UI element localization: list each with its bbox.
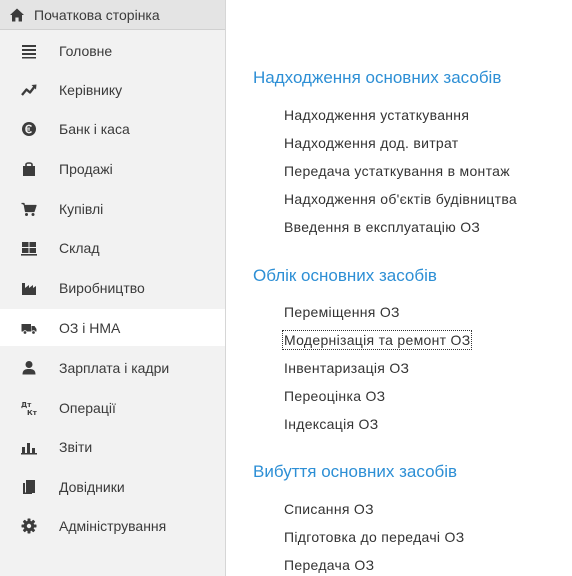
- sidebar-item-sales[interactable]: Продажі: [0, 150, 225, 187]
- sidebar-item-directories[interactable]: Довідники: [0, 468, 225, 505]
- sidebar-item-production[interactable]: Виробництво: [0, 269, 225, 306]
- link-asset-transfer[interactable]: Переміщення ОЗ: [284, 304, 400, 320]
- sidebar-item-label: Головне: [59, 42, 113, 59]
- sidebar-item-purchases[interactable]: Купівлі: [0, 190, 225, 227]
- sidebar-item-operations[interactable]: Дт Кт Операції: [0, 389, 225, 426]
- sidebar-item-label: Довідники: [59, 478, 125, 495]
- section-title-receipt: Надходження основних засобів: [253, 68, 502, 87]
- home-page-link[interactable]: Початкова сторінка: [0, 0, 225, 30]
- link-inventory[interactable]: Інвентаризація ОЗ: [284, 360, 409, 376]
- sidebar-item-bank[interactable]: Банк і каса: [0, 110, 225, 147]
- section-title-accounting: Облік основних засобів: [253, 266, 437, 285]
- sidebar-item-label: Звіти: [59, 438, 93, 455]
- bar-chart-icon: [21, 439, 37, 455]
- home-page-label: Початкова сторінка: [34, 6, 160, 23]
- sidebar-item-label: Склад: [59, 239, 100, 256]
- warehouse-grid-icon: [21, 240, 37, 256]
- section-title-disposal: Вибуття основних засобів: [253, 462, 458, 481]
- sidebar-item-label: Керівнику: [59, 81, 123, 98]
- sidebar-item-salary-hr[interactable]: Зарплата і кадри: [0, 349, 225, 386]
- sidebar-item-label: Продажі: [59, 160, 113, 177]
- trend-chart-icon: [21, 82, 37, 98]
- link-equipment-transfer-installation[interactable]: Передача устаткування в монтаж: [284, 163, 510, 179]
- link-commissioning[interactable]: Введення в експлуатацію ОЗ: [284, 219, 480, 235]
- sidebar-item-fixed-assets[interactable]: ОЗ і НМА: [0, 309, 225, 346]
- link-indexation[interactable]: Індексація ОЗ: [284, 416, 379, 432]
- link-asset-handover[interactable]: Передача ОЗ: [284, 557, 374, 573]
- svg-text:Дт: Дт: [21, 401, 32, 409]
- coin-icon: [21, 121, 37, 137]
- shopping-cart-icon: [21, 201, 37, 217]
- link-modernization-repair[interactable]: Модернізація та ремонт ОЗ: [281, 330, 473, 350]
- sidebar-item-label: Банк і каса: [59, 120, 130, 137]
- sidebar-item-label: Операції: [59, 399, 116, 416]
- sidebar-item-manager[interactable]: Керівнику: [0, 71, 225, 108]
- main-content: Надходження основних засобів Надходження…: [226, 0, 572, 576]
- home-icon: [9, 7, 25, 23]
- gear-icon: [21, 518, 37, 534]
- sidebar-item-warehouse[interactable]: Склад: [0, 229, 225, 266]
- sidebar-item-label: Зарплата і кадри: [59, 359, 170, 376]
- sidebar-item-reports[interactable]: Звіти: [0, 428, 225, 465]
- menu-lines-icon: [21, 43, 37, 59]
- link-write-off[interactable]: Списання ОЗ: [284, 501, 374, 517]
- shopping-bag-icon: [21, 161, 37, 177]
- factory-icon: [21, 280, 37, 296]
- sidebar-item-label: Виробництво: [59, 279, 145, 296]
- sidebar-item-label: Адміністрування: [59, 517, 167, 534]
- sidebar-item-main[interactable]: Головне: [0, 32, 225, 69]
- sidebar-item-administration[interactable]: Адміністрування: [0, 507, 225, 544]
- person-icon: [21, 360, 37, 376]
- link-revaluation[interactable]: Переоцінка ОЗ: [284, 388, 385, 404]
- sidebar: Початкова сторінка Головне Керівнику Бан…: [0, 0, 226, 576]
- sidebar-item-label: Купівлі: [59, 200, 104, 217]
- svg-text:Кт: Кт: [27, 409, 37, 416]
- link-equipment-receipt[interactable]: Надходження устаткування: [284, 107, 469, 123]
- debit-credit-icon: Дт Кт: [21, 400, 37, 416]
- link-transfer-preparation[interactable]: Підготовка до передачі ОЗ: [284, 529, 464, 545]
- link-construction-objects-receipt[interactable]: Надходження об'єктів будівництва: [284, 191, 517, 207]
- link-additional-costs-receipt[interactable]: Надходження дод. витрат: [284, 135, 458, 151]
- book-icon: [21, 479, 37, 495]
- truck-icon: [21, 320, 37, 336]
- sidebar-item-label: ОЗ і НМА: [59, 319, 121, 336]
